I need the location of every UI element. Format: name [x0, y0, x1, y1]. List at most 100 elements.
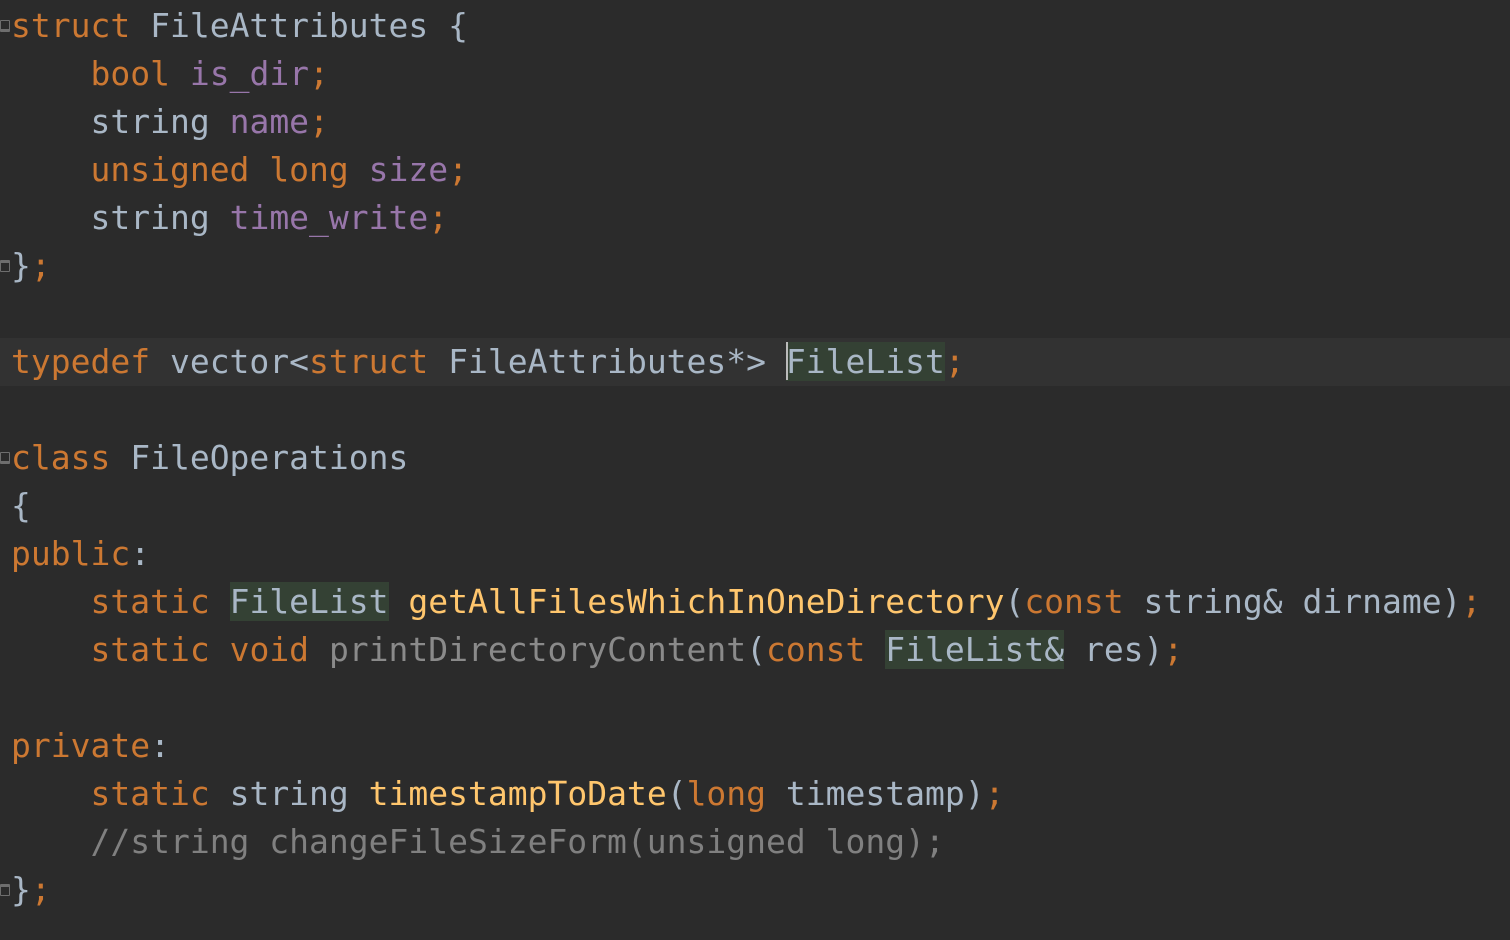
token-text: }: [11, 246, 31, 285]
code-line[interactable]: bool is_dir;: [0, 50, 1510, 98]
token-plain: [11, 54, 90, 93]
token-punct: ;: [1163, 630, 1183, 669]
code-line[interactable]: public:: [0, 530, 1510, 578]
token-kw: static: [90, 774, 209, 813]
token-plain: [309, 630, 329, 669]
token-plain: (: [746, 630, 766, 669]
token-plain: [349, 150, 369, 189]
token-plain: [150, 342, 170, 381]
code-line[interactable]: string name;: [0, 98, 1510, 146]
code-line[interactable]: {: [0, 482, 1510, 530]
token-type: FileList: [785, 342, 945, 381]
token-kw: const: [1024, 582, 1123, 621]
token-text: }: [11, 870, 31, 909]
code-line[interactable]: static FileList getAllFilesWhichInOneDir…: [0, 578, 1510, 626]
token-text: vector: [169, 342, 290, 381]
code-line[interactable]: string time_write;: [0, 194, 1510, 242]
token-text: ;: [309, 102, 329, 141]
token-plain: <: [289, 342, 309, 381]
token-plain: & dirname): [1263, 582, 1462, 621]
token-plain: {: [428, 6, 468, 45]
token-text: (: [1004, 582, 1025, 621]
code-editor[interactable]: struct FileAttributes { bool is_dir; str…: [0, 0, 1510, 940]
token-kw: class: [11, 438, 110, 477]
code-line-current[interactable]: typedef vector<struct FileAttributes*> F…: [0, 338, 1510, 386]
token-text: class: [11, 438, 111, 477]
token-type: FileList: [229, 582, 389, 621]
token-field: is_dir: [190, 54, 309, 93]
token-type: FileAttributes: [448, 342, 726, 381]
fold-open-icon[interactable]: [0, 20, 10, 32]
token-type: string: [90, 102, 209, 141]
token-kw: long: [687, 774, 766, 813]
token-plain: [11, 102, 90, 141]
code-line[interactable]: };: [0, 866, 1510, 914]
token-plain: [11, 822, 90, 861]
token-text: ;: [30, 246, 51, 285]
token-text: FileAttributes: [150, 6, 429, 45]
token-fn: getAllFilesWhichInOneDirectory: [408, 582, 1004, 621]
token-text: string: [1143, 582, 1263, 621]
token-kw: const: [766, 630, 865, 669]
token-text: long: [269, 150, 349, 189]
token-plain: :: [130, 534, 150, 573]
code-line[interactable]: static string timestampToDate(long times…: [0, 770, 1510, 818]
token-text: void: [229, 630, 310, 669]
code-line[interactable]: class FileOperations: [0, 434, 1510, 482]
token-kw: void: [230, 630, 309, 669]
token-plain: (: [1004, 582, 1024, 621]
token-text: const: [1024, 582, 1124, 621]
token-punct: ;: [31, 870, 51, 909]
code-line[interactable]: private:: [0, 722, 1510, 770]
token-plain: res): [1064, 630, 1163, 669]
code-line[interactable]: static void printDirectoryContent(const …: [0, 626, 1510, 674]
code-line[interactable]: [0, 386, 1510, 434]
code-line[interactable]: //string changeFileSizeForm(unsigned lon…: [0, 818, 1510, 866]
token-plain: [210, 630, 230, 669]
token-plain: [11, 150, 90, 189]
fold-close-icon[interactable]: [0, 260, 10, 272]
code-line[interactable]: [0, 290, 1510, 338]
token-text: string: [229, 774, 349, 813]
token-plain: {: [11, 486, 31, 525]
token-text: ;: [1163, 630, 1184, 669]
token-punct: ;: [309, 54, 329, 93]
token-type: string: [230, 774, 349, 813]
code-line[interactable]: unsigned long size;: [0, 146, 1510, 194]
token-type: string: [90, 198, 209, 237]
token-punct: ;: [31, 246, 51, 285]
token-plain: [110, 438, 130, 477]
token-field: size: [369, 150, 448, 189]
code-line[interactable]: struct FileAttributes {: [0, 2, 1510, 50]
token-text: long: [686, 774, 767, 813]
token-text: static: [90, 630, 210, 669]
token-text: public: [11, 534, 131, 573]
token-kw: public: [11, 534, 130, 573]
fold-close-icon[interactable]: [0, 884, 10, 896]
token-punct: ;: [985, 774, 1005, 813]
code-line[interactable]: };: [0, 242, 1510, 290]
token-comment: //string changeFileSizeForm(unsigned lon…: [90, 822, 944, 861]
token-text: ;: [984, 774, 1005, 813]
token-plain: [11, 582, 90, 621]
token-text: ;: [428, 198, 449, 237]
token-text: ;: [30, 870, 51, 909]
code-line[interactable]: [0, 674, 1510, 722]
fold-open-icon[interactable]: [0, 452, 10, 464]
token-plain: [170, 54, 190, 93]
token-kw: struct: [11, 6, 130, 45]
token-text: (: [746, 630, 767, 669]
